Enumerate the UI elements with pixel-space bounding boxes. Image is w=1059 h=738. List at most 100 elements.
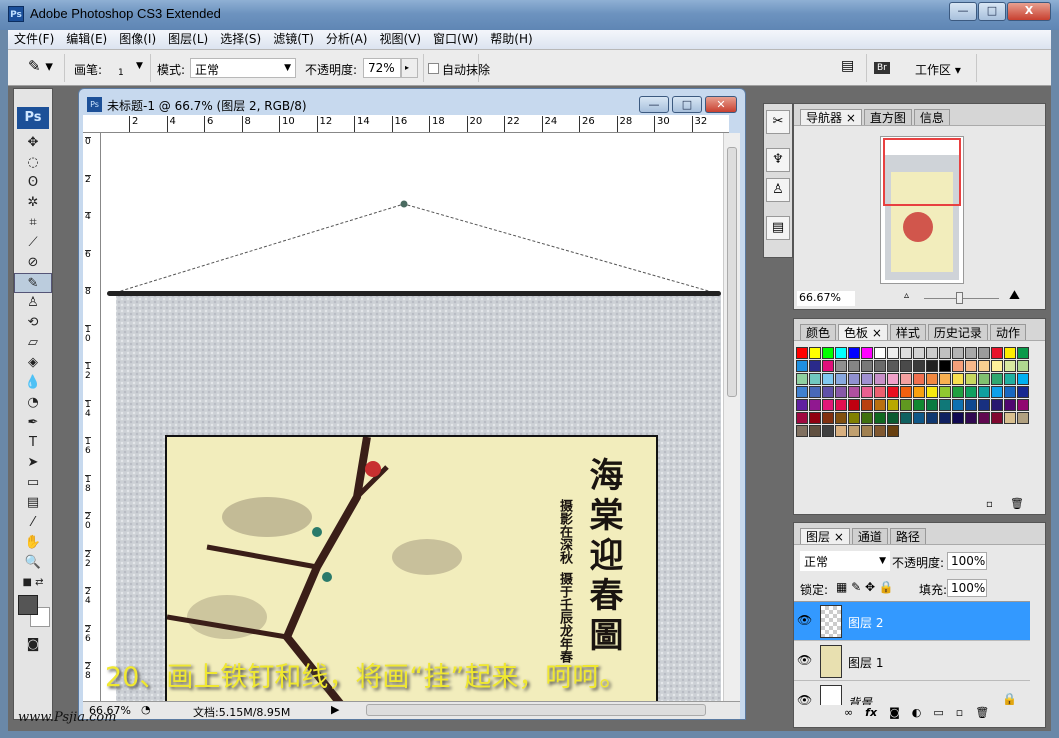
- color-swatch[interactable]: [965, 412, 977, 424]
- color-swatch[interactable]: [1004, 347, 1016, 359]
- color-swatch[interactable]: [796, 425, 808, 437]
- color-swatch[interactable]: [874, 412, 886, 424]
- horizontal-scrollbar[interactable]: [366, 704, 706, 716]
- color-swatch[interactable]: [848, 425, 860, 437]
- doc-maximize-button[interactable]: □: [672, 96, 702, 113]
- zoom-slider-handle[interactable]: [956, 292, 963, 304]
- color-swatch[interactable]: [887, 373, 899, 385]
- delete-layer-icon[interactable]: 🗑: [975, 706, 989, 719]
- brushes-icon[interactable]: ♆: [766, 148, 790, 172]
- color-swatch[interactable]: [926, 412, 938, 424]
- maximize-button[interactable]: □: [978, 2, 1006, 21]
- color-swatch[interactable]: [796, 373, 808, 385]
- color-swatch[interactable]: [835, 425, 847, 437]
- auto-erase-checkbox[interactable]: [428, 63, 439, 74]
- color-swatch[interactable]: [900, 412, 912, 424]
- menu-edit[interactable]: 编辑(E): [60, 30, 113, 49]
- layer-row[interactable]: 👁 图层 2: [794, 602, 1030, 641]
- visibility-eye-icon[interactable]: 👁: [797, 653, 812, 667]
- tab-paths[interactable]: 路径: [889, 528, 926, 544]
- visibility-eye-icon[interactable]: 👁: [797, 693, 812, 705]
- color-swatch[interactable]: [796, 347, 808, 359]
- color-swatch[interactable]: [978, 386, 990, 398]
- color-swatch[interactable]: [835, 347, 847, 359]
- color-swatch[interactable]: [1004, 399, 1016, 411]
- canvas[interactable]: 海棠迎春圖 摄影在深秋 摄于壬辰龙年春: [101, 133, 723, 701]
- color-swatch[interactable]: [965, 347, 977, 359]
- color-swatch[interactable]: [809, 425, 821, 437]
- color-swatch[interactable]: [861, 386, 873, 398]
- move-tool-icon[interactable]: ✥: [14, 133, 52, 153]
- tab-info[interactable]: 信息: [913, 109, 950, 125]
- delete-swatch-icon[interactable]: 🗑: [1010, 497, 1024, 510]
- color-swatch[interactable]: [900, 347, 912, 359]
- navigator-zoom-input[interactable]: 66.67%: [797, 291, 855, 306]
- color-swatch[interactable]: [952, 412, 964, 424]
- color-swatch[interactable]: [900, 399, 912, 411]
- color-swatch[interactable]: [991, 399, 1003, 411]
- status-arrow-icon[interactable]: ▶: [331, 703, 339, 716]
- color-swatch[interactable]: [796, 360, 808, 372]
- eyedropper-tool-icon[interactable]: ⁄: [14, 513, 52, 533]
- color-swatch[interactable]: [822, 412, 834, 424]
- color-swatch[interactable]: [991, 386, 1003, 398]
- slice-tool-icon[interactable]: ⟋: [14, 233, 52, 253]
- clone-source-icon[interactable]: ♙: [766, 178, 790, 202]
- new-group-icon[interactable]: ▭: [933, 706, 943, 719]
- tab-color[interactable]: 颜色: [800, 324, 837, 340]
- pen-tool-icon[interactable]: ✒: [14, 413, 52, 433]
- color-swatch[interactable]: [978, 399, 990, 411]
- color-swatch[interactable]: [861, 360, 873, 372]
- color-swatch[interactable]: [978, 373, 990, 385]
- tab-history[interactable]: 历史记录: [927, 324, 988, 340]
- menu-window[interactable]: 窗口(W): [427, 30, 484, 49]
- color-swatch[interactable]: [848, 386, 860, 398]
- color-swatch[interactable]: [965, 399, 977, 411]
- color-swatch[interactable]: [913, 399, 925, 411]
- mode-select[interactable]: 正常 ▼: [190, 58, 296, 78]
- visibility-eye-icon[interactable]: 👁: [797, 613, 812, 627]
- crop-tool-icon[interactable]: ⌗: [14, 213, 52, 233]
- layer-opacity-input[interactable]: 100%: [947, 552, 987, 570]
- tab-histogram[interactable]: 直方图: [863, 109, 912, 125]
- quick-mask-icon[interactable]: ◙: [14, 635, 52, 655]
- color-swatch[interactable]: [939, 360, 951, 372]
- color-swatch[interactable]: [939, 347, 951, 359]
- tab-styles[interactable]: 样式: [889, 324, 926, 340]
- palette-well-icon[interactable]: ▤: [841, 58, 854, 74]
- color-swatch[interactable]: [848, 412, 860, 424]
- color-swatch[interactable]: [965, 360, 977, 372]
- color-swatch[interactable]: [874, 373, 886, 385]
- color-swatch[interactable]: [952, 373, 964, 385]
- menu-analysis[interactable]: 分析(A): [320, 30, 374, 49]
- color-swatch[interactable]: [822, 373, 834, 385]
- color-swatch[interactable]: [913, 373, 925, 385]
- menu-select[interactable]: 选择(S): [214, 30, 267, 49]
- tab-navigator[interactable]: 导航器 ×: [800, 109, 862, 125]
- color-swatch[interactable]: [887, 412, 899, 424]
- color-swatch[interactable]: [939, 373, 951, 385]
- color-swatch[interactable]: [887, 399, 899, 411]
- layer-row[interactable]: 👁 图层 1: [794, 642, 1030, 681]
- color-swatch[interactable]: [1004, 373, 1016, 385]
- color-swatch[interactable]: [848, 360, 860, 372]
- doc-minimize-button[interactable]: —: [639, 96, 669, 113]
- hand-tool-icon[interactable]: ✋: [14, 533, 52, 553]
- color-swatch[interactable]: [835, 412, 847, 424]
- color-swatch[interactable]: [913, 347, 925, 359]
- color-swatch[interactable]: [822, 399, 834, 411]
- menu-file[interactable]: 文件(F): [8, 30, 60, 49]
- history-brush-tool-icon[interactable]: ⟲: [14, 313, 52, 333]
- healing-brush-tool-icon[interactable]: ⊘: [14, 253, 52, 273]
- new-swatch-icon[interactable]: ▫: [986, 499, 993, 510]
- color-swatch[interactable]: [861, 425, 873, 437]
- color-swatch[interactable]: [991, 347, 1003, 359]
- color-swatch[interactable]: [913, 386, 925, 398]
- color-swatch[interactable]: [965, 386, 977, 398]
- clone-stamp-tool-icon[interactable]: ♙: [14, 293, 52, 313]
- minimize-button[interactable]: —: [949, 2, 977, 21]
- color-swatch[interactable]: [887, 347, 899, 359]
- zoom-out-icon[interactable]: ▵: [904, 290, 909, 301]
- color-swatch[interactable]: [1017, 373, 1029, 385]
- color-swatch[interactable]: [861, 373, 873, 385]
